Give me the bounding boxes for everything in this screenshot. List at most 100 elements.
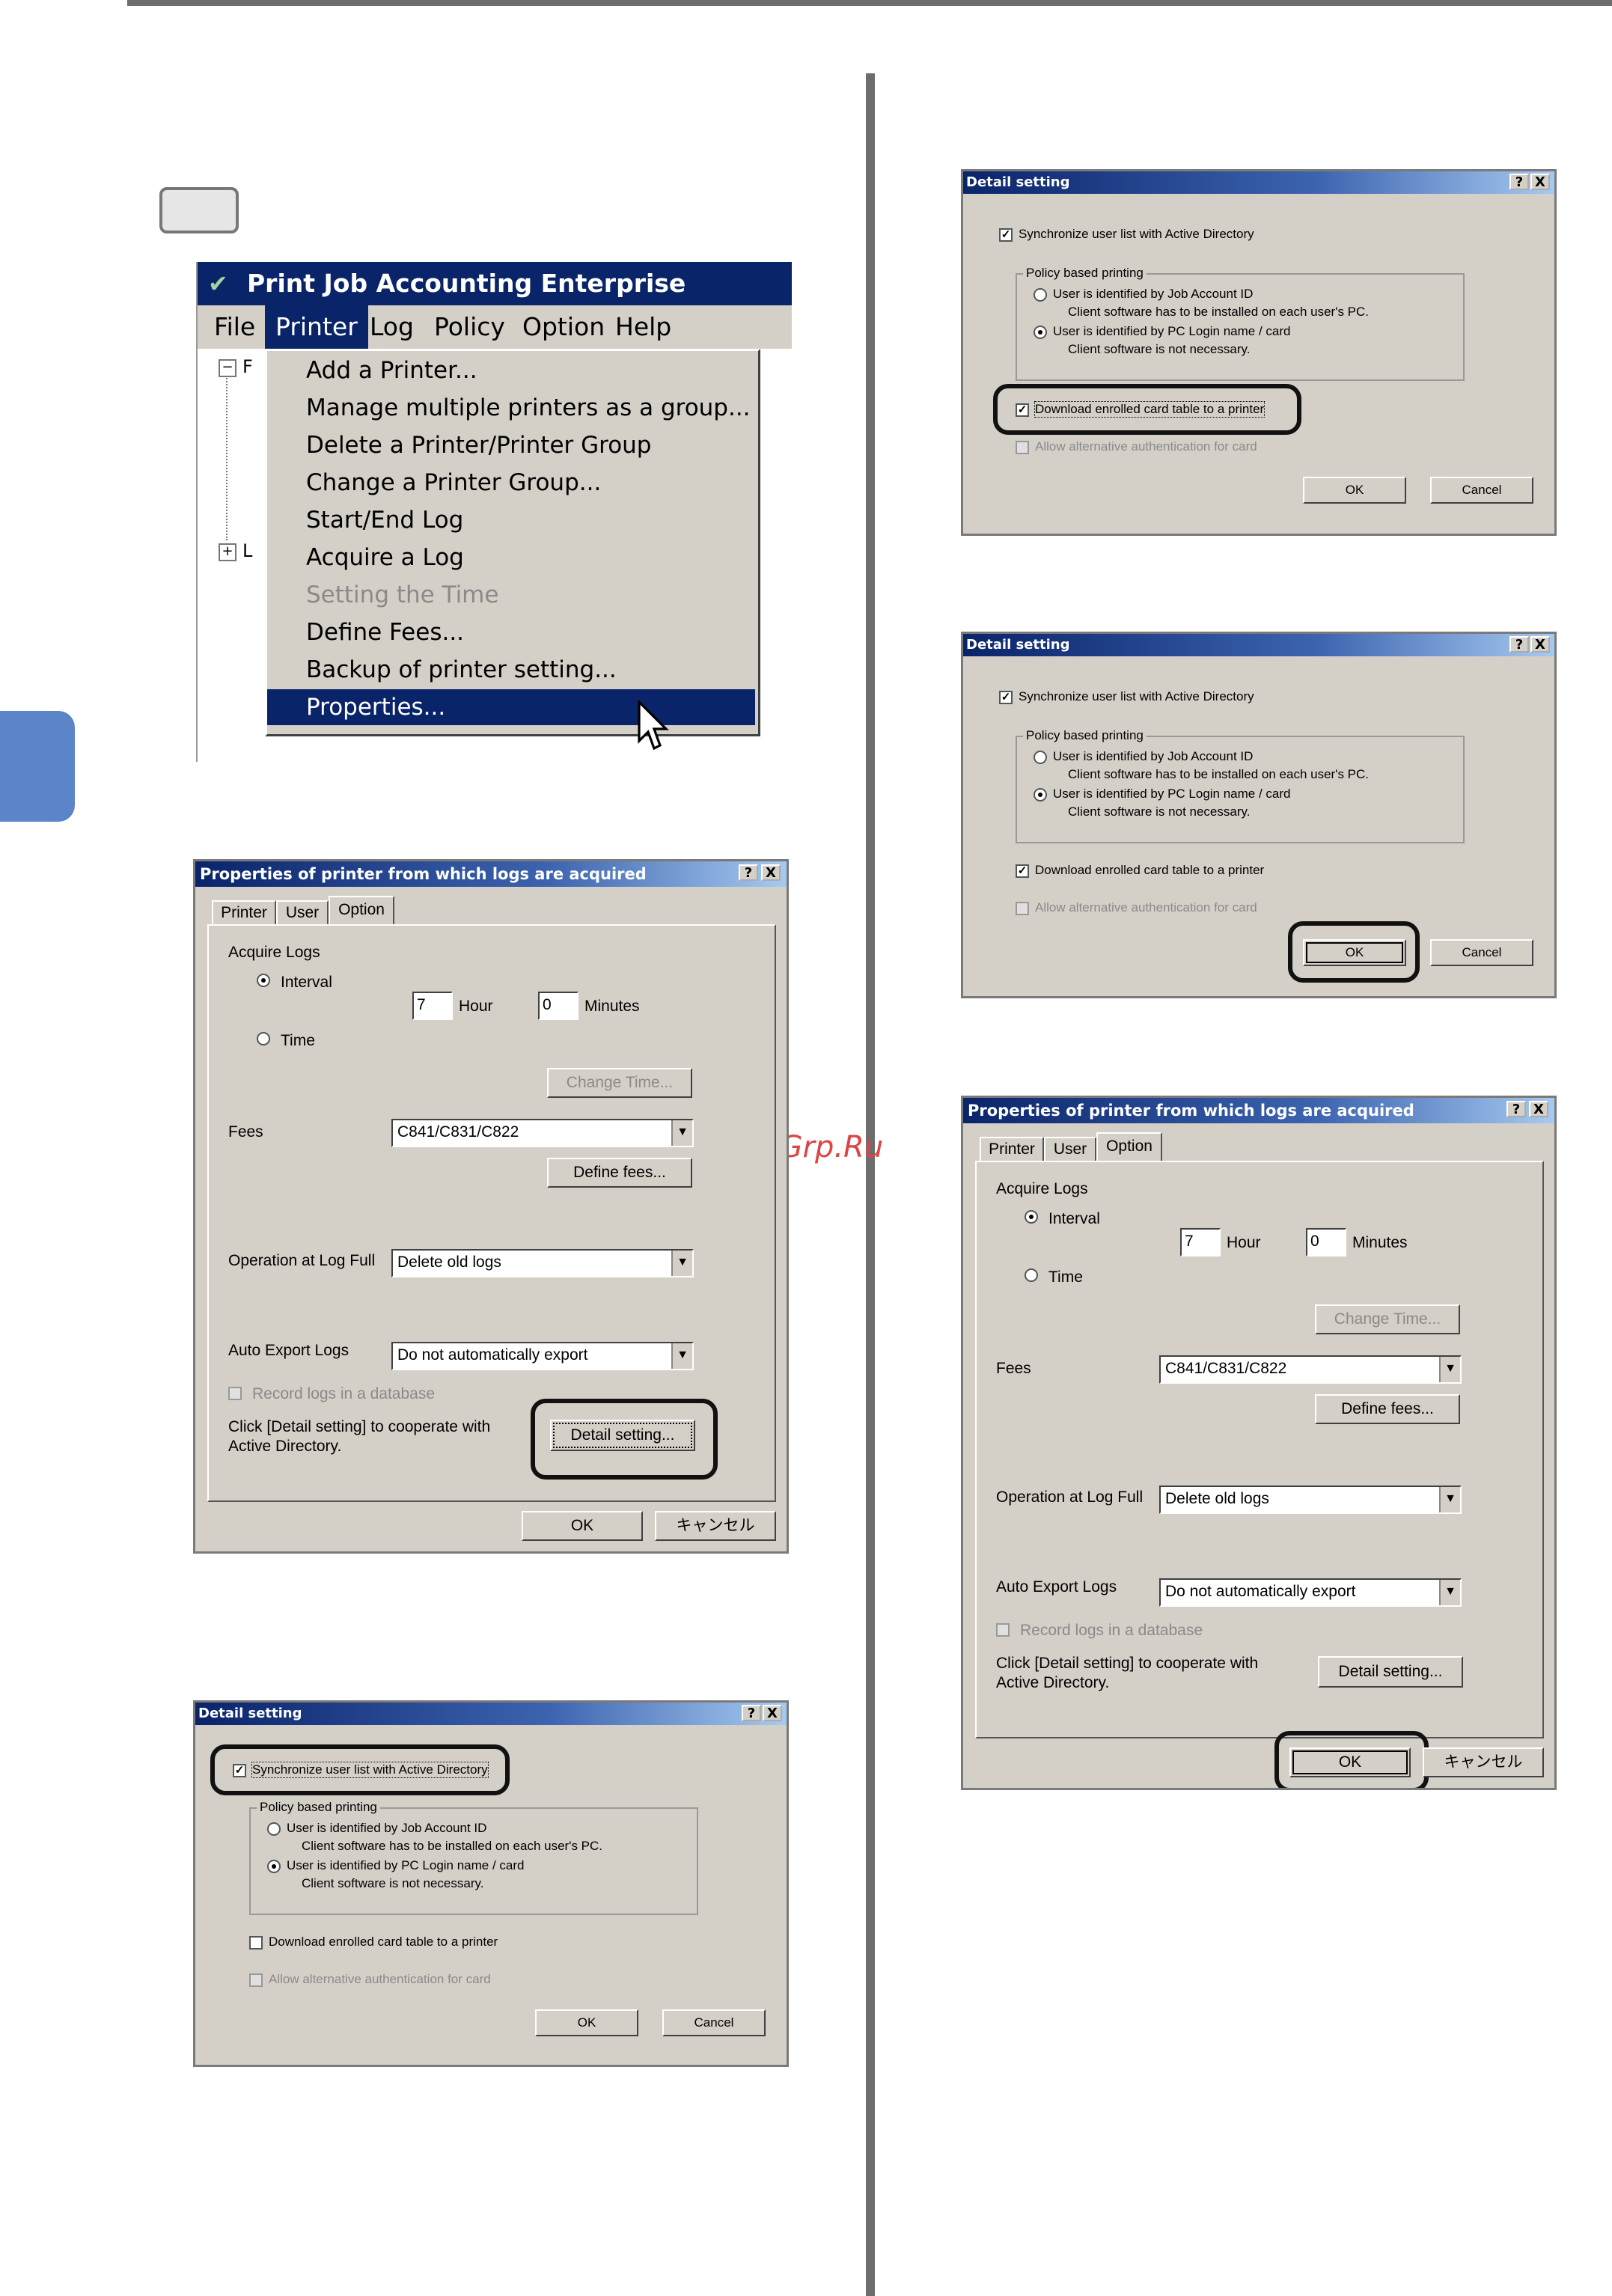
- tab-printer[interactable]: Printer: [212, 900, 276, 926]
- chevron-down-icon[interactable]: ▼: [1439, 1357, 1460, 1382]
- detail-note-line1: Click [Detail setting] to cooperate with: [996, 1655, 1259, 1672]
- change-time-button: Change Time...: [547, 1068, 692, 1098]
- tab-printer[interactable]: Printer: [980, 1137, 1044, 1162]
- tab-option[interactable]: Option: [1096, 1132, 1162, 1162]
- interval-radio[interactable]: [257, 974, 270, 987]
- time-radio[interactable]: [1025, 1268, 1038, 1282]
- define-fees-button[interactable]: Define fees...: [1315, 1394, 1460, 1424]
- minutes-field[interactable]: 0: [1306, 1228, 1346, 1257]
- cancel-button[interactable]: Cancel: [1430, 477, 1533, 504]
- ok-button[interactable]: OK: [522, 1511, 643, 1541]
- hour-field[interactable]: 7: [412, 992, 453, 1020]
- auto-export-select[interactable]: Do not automatically export ▼: [1159, 1578, 1462, 1607]
- pc-login-label: User is identified by PC Login name / ca…: [287, 1858, 525, 1872]
- menu-printer[interactable]: Printer: [265, 305, 368, 349]
- chevron-down-icon[interactable]: ▼: [671, 1120, 692, 1146]
- interval-label: Interval: [281, 974, 332, 991]
- job-account-radio[interactable]: [1034, 751, 1047, 764]
- menu-item-define-fees[interactable]: Define Fees...: [267, 614, 755, 650]
- job-account-radio[interactable]: [267, 1822, 281, 1836]
- help-button[interactable]: ?: [739, 864, 758, 881]
- chevron-down-icon[interactable]: ▼: [1439, 1580, 1460, 1605]
- chevron-down-icon[interactable]: ▼: [671, 1343, 692, 1369]
- menu-file[interactable]: File: [214, 305, 255, 349]
- define-fees-button[interactable]: Define fees...: [547, 1158, 692, 1188]
- close-button[interactable]: X: [761, 864, 781, 881]
- minutes-label: Minutes: [584, 998, 640, 1015]
- operation-select[interactable]: Delete old logs ▼: [391, 1249, 694, 1277]
- close-button[interactable]: X: [1530, 174, 1550, 190]
- auto-export-select-value: Do not automatically export: [397, 1346, 588, 1364]
- chevron-down-icon[interactable]: ▼: [1439, 1487, 1460, 1512]
- cancel-button[interactable]: Cancel: [662, 2009, 766, 2036]
- job-account-radio[interactable]: [1034, 288, 1047, 302]
- menubar: File Printer Log Policy Option Help: [198, 305, 792, 349]
- dialog-title: Detail setting: [966, 174, 1070, 190]
- pc-login-label: User is identified by PC Login name / ca…: [1053, 787, 1291, 801]
- menu-item-change-group[interactable]: Change a Printer Group...: [267, 465, 755, 501]
- fees-select[interactable]: C841/C831/C822 ▼: [391, 1119, 694, 1147]
- help-button[interactable]: ?: [742, 1705, 761, 1721]
- menu-item-properties[interactable]: Properties...: [267, 689, 755, 725]
- tab-user[interactable]: User: [1044, 1137, 1096, 1162]
- tree-expand-icon[interactable]: −: [219, 359, 236, 377]
- pc-login-label: User is identified by PC Login name / ca…: [1053, 324, 1291, 338]
- operation-select[interactable]: Delete old logs ▼: [1159, 1486, 1462, 1514]
- highlight-frame: [1288, 921, 1420, 983]
- operation-label: Operation at Log Full: [996, 1489, 1144, 1506]
- alt-auth-checkbox: [1016, 441, 1029, 454]
- minutes-field[interactable]: 0: [538, 992, 578, 1020]
- interval-radio[interactable]: [1025, 1210, 1038, 1224]
- menu-item-add-printer[interactable]: Add a Printer...: [267, 352, 755, 388]
- menu-option[interactable]: Option: [522, 305, 605, 349]
- sync-checkbox[interactable]: ✓: [999, 228, 1013, 242]
- fees-select[interactable]: C841/C831/C822 ▼: [1159, 1355, 1462, 1384]
- menu-item-delete-printer[interactable]: Delete a Printer/Printer Group: [267, 427, 755, 463]
- tab-option[interactable]: Option: [329, 896, 394, 926]
- pc-login-radio[interactable]: [1034, 788, 1047, 802]
- menu-log[interactable]: Log: [370, 305, 414, 349]
- menu-item-backup[interactable]: Backup of printer setting...: [267, 652, 755, 688]
- column-separator: [866, 73, 875, 2296]
- help-button[interactable]: ?: [1509, 636, 1529, 653]
- menu-item-manage-groups[interactable]: Manage multiple printers as a group...: [267, 390, 755, 426]
- cancel-button[interactable]: キャンセル: [655, 1511, 776, 1541]
- download-checkbox[interactable]: [249, 1936, 263, 1950]
- detail-setting-button[interactable]: Detail setting...: [1318, 1656, 1463, 1688]
- acquire-logs-label: Acquire Logs: [228, 944, 320, 961]
- acquire-logs-label: Acquire Logs: [996, 1180, 1088, 1197]
- alt-auth-label: Allow alternative authentication for car…: [1035, 900, 1257, 915]
- close-button[interactable]: X: [1529, 1101, 1548, 1117]
- operation-select-value: Delete old logs: [1165, 1490, 1269, 1507]
- menu-item-start-end-log[interactable]: Start/End Log: [267, 502, 755, 538]
- dialog-titlebar: Detail setting ? X: [195, 1703, 787, 1725]
- download-checkbox[interactable]: ✓: [1016, 864, 1029, 878]
- close-button[interactable]: X: [1530, 636, 1550, 653]
- sync-checkbox[interactable]: ✓: [999, 691, 1013, 704]
- ok-button[interactable]: OK: [535, 2009, 638, 2036]
- pc-login-radio[interactable]: [1034, 326, 1047, 339]
- help-button[interactable]: ?: [1509, 174, 1529, 190]
- cancel-button[interactable]: キャンセル: [1423, 1747, 1544, 1777]
- app-title: Print Job Accounting Enterprise: [247, 269, 686, 298]
- highlight-frame: [993, 384, 1301, 435]
- time-radio[interactable]: [257, 1032, 270, 1045]
- chevron-down-icon[interactable]: ▼: [671, 1251, 692, 1276]
- tree-node-label[interactable]: L: [242, 540, 252, 561]
- menu-help[interactable]: Help: [615, 305, 671, 349]
- menu-item-acquire-log[interactable]: Acquire a Log: [267, 540, 755, 575]
- tree-expand-icon[interactable]: +: [219, 543, 236, 561]
- menu-policy[interactable]: Policy: [434, 305, 505, 349]
- close-button[interactable]: X: [763, 1705, 782, 1721]
- auto-export-select[interactable]: Do not automatically export ▼: [391, 1342, 694, 1370]
- menu-window: ✔ Print Job Accounting Enterprise File P…: [196, 262, 792, 762]
- cancel-button[interactable]: Cancel: [1430, 939, 1533, 966]
- help-button[interactable]: ?: [1506, 1101, 1526, 1117]
- detail-dialog-1: Detail setting ? X ✓ Synchronize user li…: [193, 1700, 789, 2067]
- app-titlebar: ✔ Print Job Accounting Enterprise: [198, 262, 792, 305]
- hour-field[interactable]: 7: [1180, 1228, 1221, 1257]
- pc-login-radio[interactable]: [267, 1860, 281, 1873]
- tree-node-label[interactable]: F: [242, 356, 253, 377]
- tab-user[interactable]: User: [276, 900, 329, 926]
- ok-button[interactable]: OK: [1303, 477, 1406, 504]
